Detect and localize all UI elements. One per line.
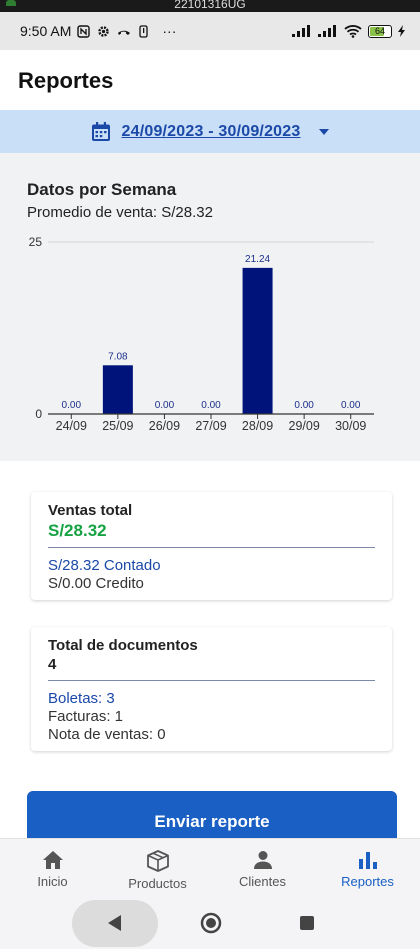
contado-text: S/28.32 Contado: [48, 557, 161, 574]
nfc-icon: [77, 24, 91, 38]
person-icon: [253, 851, 272, 869]
app-header: Reportes: [0, 50, 420, 110]
bar-value-label: 0.00: [341, 400, 361, 411]
x-tick-label: 29/09: [289, 419, 320, 433]
chart-bar: [242, 267, 273, 414]
chart-bar: [102, 365, 133, 414]
wifi-icon: [344, 25, 362, 38]
signal-icon: [292, 25, 310, 37]
back-icon[interactable]: [106, 914, 124, 932]
recents-icon[interactable]: [299, 915, 315, 931]
date-range-selector[interactable]: 24/09/2023 - 30/09/2023: [0, 110, 420, 153]
x-tick-label: 26/09: [149, 419, 180, 433]
x-tick-label: 28/09: [242, 419, 273, 433]
nav-item-inicio[interactable]: Inicio: [0, 839, 105, 900]
nav-label-inicio: Inicio: [37, 874, 68, 889]
bar-chart: 25 0 0.00 24/09 7.08 25/09 0.00 26/09 0.00 27/09 2…: [29, 235, 374, 433]
documents-title: Total de documentos: [48, 637, 198, 654]
alert-icon: [139, 24, 149, 38]
system-navigation-bar: [0, 900, 420, 949]
missed-call-icon: [118, 30, 131, 35]
sales-total-card: Ventas total S/28.32 S/28.32 Contado S/0…: [31, 492, 392, 600]
sales-total-title: Ventas total: [48, 502, 133, 519]
nav-label-clientes: Clientes: [239, 874, 286, 889]
bar-chart-icon: [358, 852, 377, 869]
chevron-down-icon[interactable]: [318, 128, 330, 136]
nav-label-reportes: Reportes: [341, 874, 394, 889]
y-tick-label: 0: [35, 407, 42, 421]
calendar-icon: [91, 121, 110, 141]
charging-icon: [398, 25, 405, 37]
bar-value-label: 0.00: [62, 400, 82, 411]
bar-value-label: 0.00: [294, 400, 314, 411]
app-screen: 22101316UG 9:50 AM ··· 64 Reportes 24/09…: [0, 0, 420, 949]
page-title: Reportes: [18, 68, 114, 93]
x-tick-label: 30/09: [335, 419, 366, 433]
nav-label-productos: Productos: [128, 876, 187, 891]
top-strip: 22101316UG: [0, 0, 420, 12]
y-tick-label: 25: [29, 235, 43, 249]
bar-value-label: 21.24: [245, 254, 270, 265]
documents-total: 4: [48, 656, 57, 673]
divider: [48, 547, 375, 548]
battery-level: 64: [374, 25, 385, 36]
x-tick-label: 25/09: [102, 419, 133, 433]
divider: [48, 680, 375, 681]
more-notifications-icon: ···: [162, 23, 177, 39]
device-label: 22101316UG: [174, 0, 246, 11]
signal-icon-2: [318, 25, 336, 37]
box-icon: [146, 850, 169, 872]
boletas-text: Boletas: 3: [48, 690, 115, 707]
home-icon: [42, 851, 63, 869]
bottom-navigation: Inicio Productos Clientes Reportes: [0, 838, 420, 900]
nav-item-productos[interactable]: Productos: [105, 839, 210, 900]
date-range-text[interactable]: 24/09/2023 - 30/09/2023: [122, 123, 301, 141]
gear-icon: [98, 25, 110, 37]
app-indicator-icon: [6, 0, 16, 6]
status-time: 9:50 AM: [20, 23, 72, 39]
weekly-chart-section: Datos por Semana Promedio de venta: S/28…: [0, 153, 420, 461]
documents-card: Total de documentos 4 Boletas: 3 Factura…: [31, 627, 392, 751]
x-tick-label: 27/09: [195, 419, 226, 433]
notas-text: Nota de ventas: 0: [48, 726, 166, 743]
bar-value-label: 0.00: [201, 400, 221, 411]
x-tick-label: 24/09: [56, 419, 87, 433]
sales-total-amount: S/28.32: [48, 521, 107, 540]
battery-icon: 64: [368, 24, 392, 38]
bar-value-label: 0.00: [155, 400, 175, 411]
status-bar: 9:50 AM ··· 64: [0, 12, 420, 50]
home-circle-icon[interactable]: [200, 912, 222, 934]
credito-text: S/0.00 Credito: [48, 575, 144, 592]
nav-item-reportes[interactable]: Reportes: [315, 839, 420, 900]
nav-item-clientes[interactable]: Clientes: [210, 839, 315, 900]
facturas-text: Facturas: 1: [48, 708, 124, 725]
bar-value-label: 7.08: [108, 351, 128, 362]
